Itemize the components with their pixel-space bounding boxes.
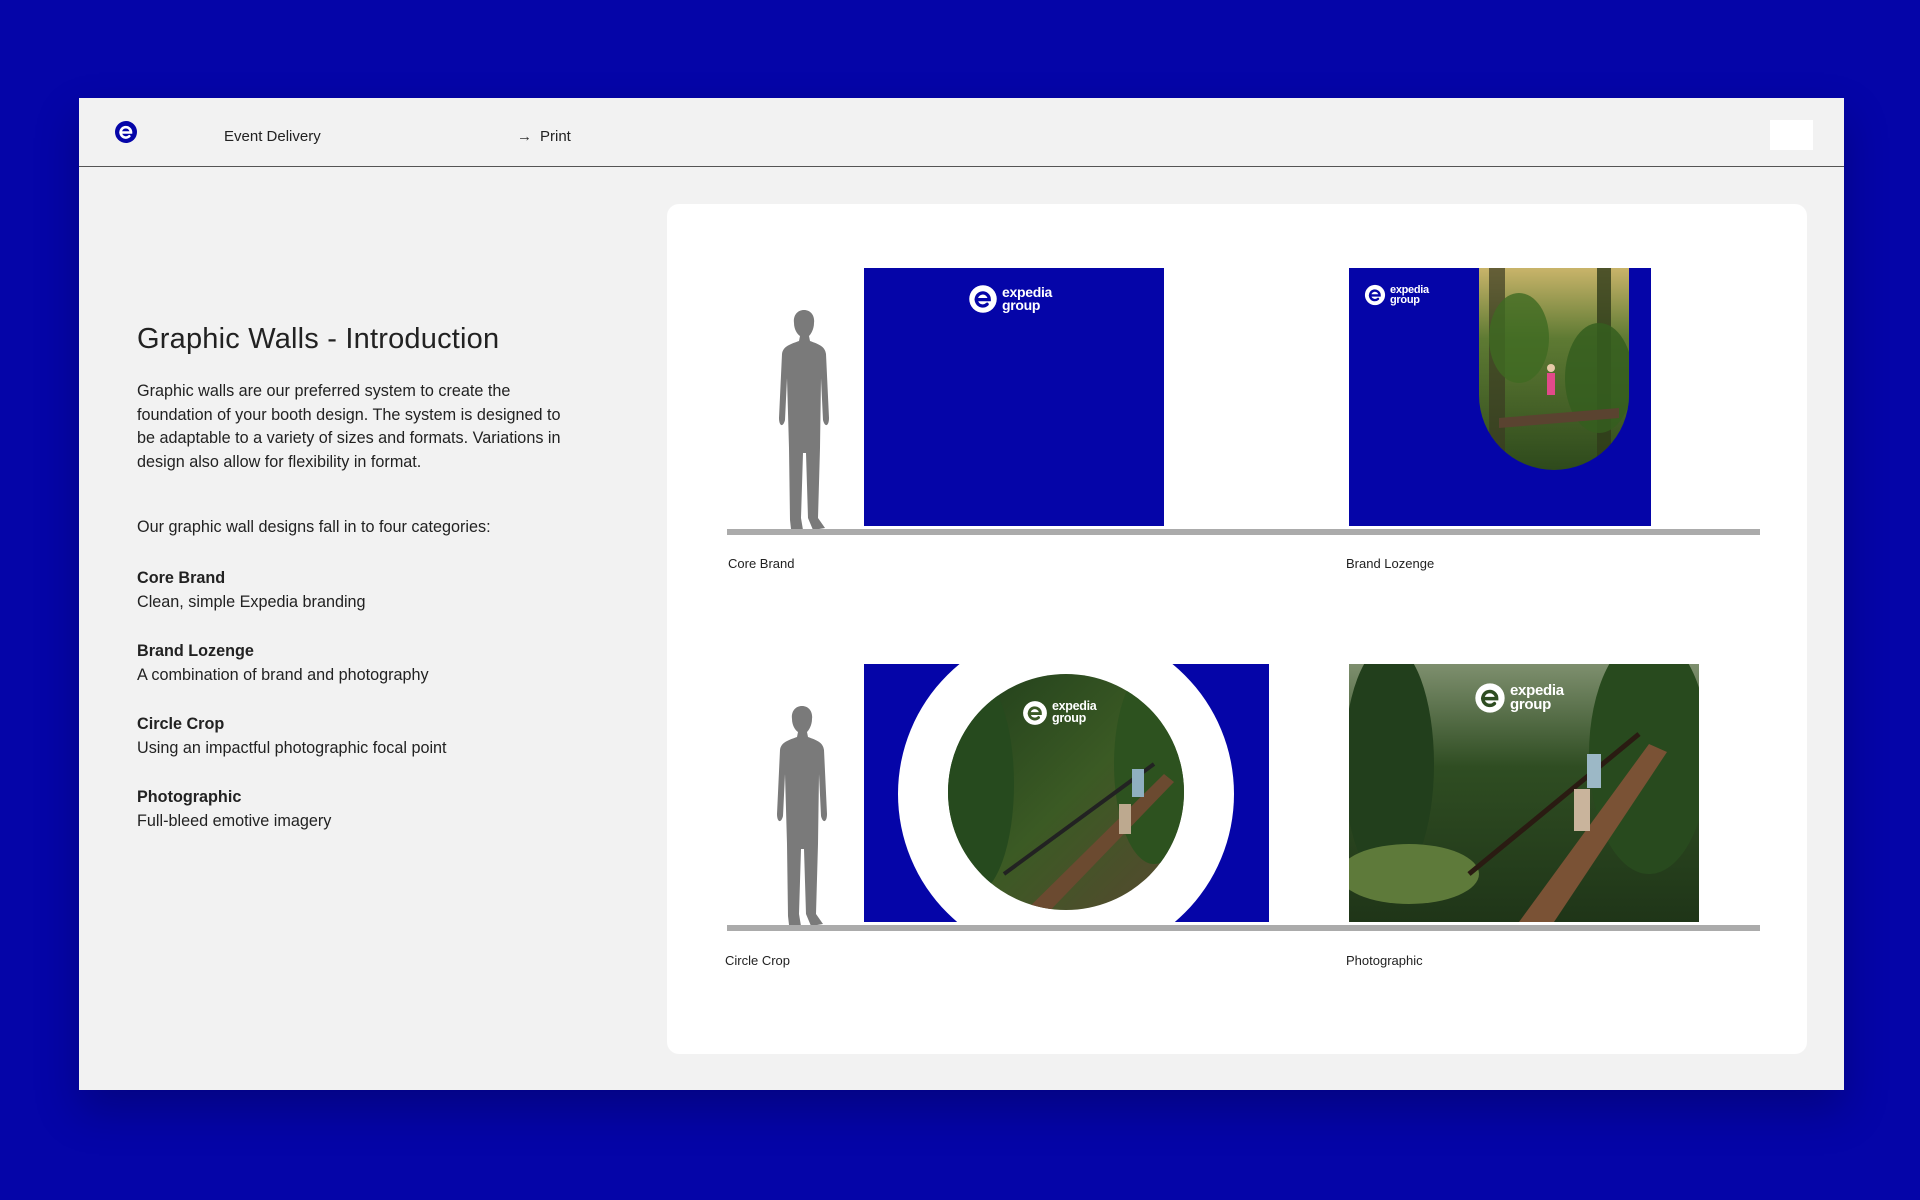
category-desc: Clean, simple Expedia branding	[137, 592, 366, 611]
category-brand-lozenge: Brand Lozenge A combination of brand and…	[137, 640, 577, 687]
category-core-brand: Core Brand Clean, simple Expedia brandin…	[137, 567, 577, 614]
category-desc: Using an impactful photographic focal po…	[137, 738, 447, 757]
floor-line	[727, 529, 1760, 535]
category-title: Photographic	[137, 788, 242, 806]
wall-examples-card: expedia group expedia group Core Brand B…	[667, 204, 1807, 1054]
breadcrumb-page[interactable]: → Print	[517, 128, 571, 145]
logo-wordmark: expedia group	[1390, 283, 1429, 306]
person-silhouette-icon	[779, 310, 829, 530]
category-title: Brand Lozenge	[137, 642, 254, 660]
expedia-group-logo: expedia group	[1022, 699, 1097, 726]
expedia-e-icon[interactable]	[114, 120, 138, 144]
expedia-e-icon	[1475, 683, 1505, 713]
wall-label-core-brand: Core Brand	[728, 556, 795, 571]
category-title: Circle Crop	[137, 715, 225, 733]
expedia-group-logo: expedia group	[968, 284, 1052, 314]
category-title: Core Brand	[137, 569, 226, 587]
category-circle-crop: Circle Crop Using an impactful photograp…	[137, 713, 577, 760]
category-desc: Full-bleed emotive imagery	[137, 811, 332, 830]
category-desc: A combination of brand and photography	[137, 665, 429, 684]
categories-lead: Our graphic wall designs fall in to four…	[137, 518, 491, 536]
app-window: Event Delivery → Print Graphic Walls - In…	[79, 98, 1844, 1090]
category-photographic: Photographic Full-bleed emotive imagery	[137, 786, 577, 833]
expedia-e-icon	[969, 285, 997, 313]
intro-paragraph: Graphic walls are our preferred system t…	[137, 382, 561, 471]
expedia-group-logo: expedia group	[1364, 284, 1429, 306]
expedia-e-icon	[1364, 284, 1386, 306]
brand-lozenge-wall: expedia group	[1349, 268, 1651, 526]
page-title: Graphic Walls - Introduction	[137, 323, 500, 355]
wall-label-brand-lozenge: Brand Lozenge	[1346, 556, 1435, 571]
menu-button[interactable]	[1770, 120, 1813, 150]
intro-panel: Graphic Walls - Introduction Graphic wal…	[137, 323, 577, 833]
logo-wordmark: expedia group	[1002, 283, 1053, 313]
expedia-group-logo: expedia group	[1474, 682, 1564, 714]
breadcrumb-section[interactable]: Event Delivery	[224, 128, 321, 145]
wall-label-photographic: Photographic	[1346, 953, 1423, 968]
core-brand-wall: expedia group	[864, 268, 1164, 526]
top-navigation-bar: Event Delivery → Print	[79, 98, 1844, 167]
logo-wordmark: expedia group	[1510, 681, 1564, 713]
wall-label-circle-crop: Circle Crop	[725, 953, 791, 968]
forest-photo-lozenge	[1479, 268, 1629, 470]
logo-wordmark: expedia group	[1052, 699, 1097, 725]
expedia-e-icon	[1023, 701, 1047, 725]
arrow-right-icon: →	[517, 128, 532, 145]
floor-line	[727, 925, 1760, 931]
breadcrumb-page-label: Print	[540, 128, 571, 145]
person-silhouette-icon	[777, 706, 827, 926]
